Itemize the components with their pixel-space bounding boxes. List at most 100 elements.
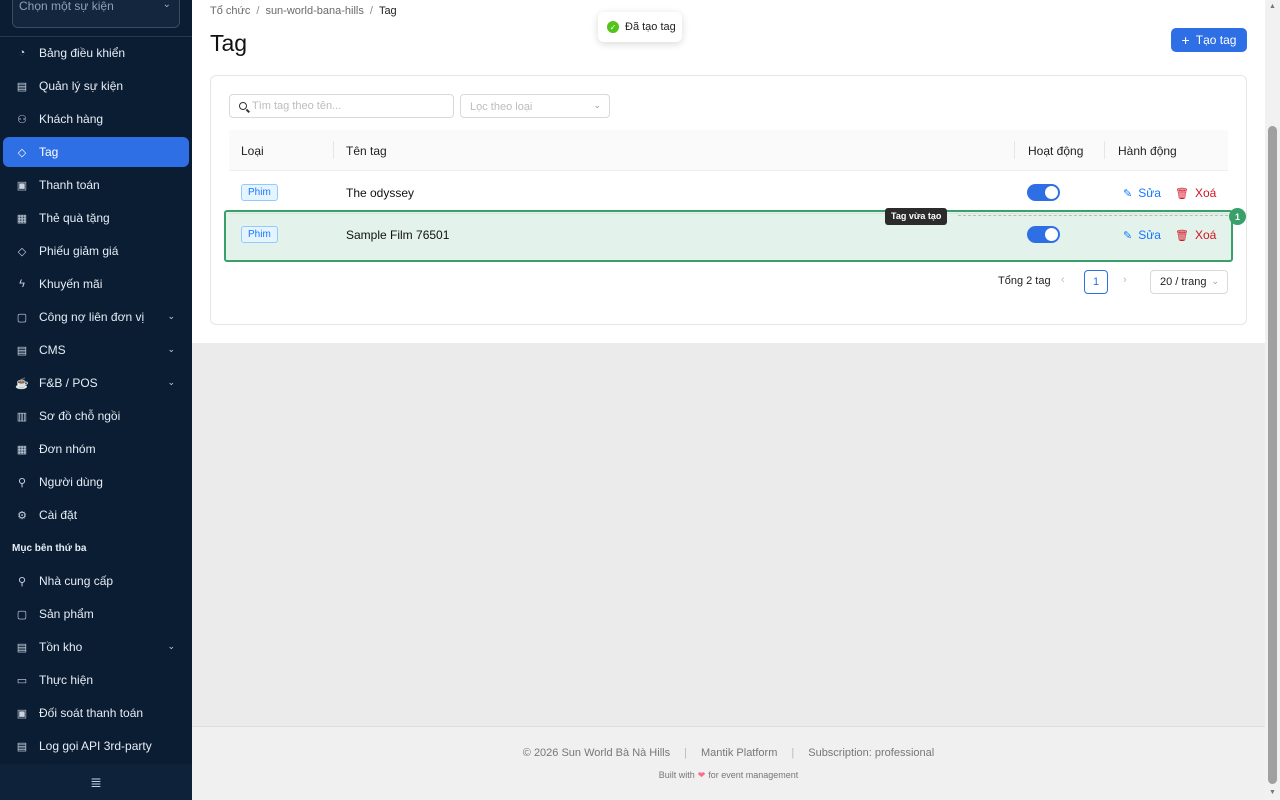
sidebar-item-label: Khách hàng — [39, 112, 104, 126]
sidebar-item-seating-map[interactable]: ▥ Sơ đồ chỗ ngồi — [3, 401, 189, 431]
footer-built-suffix: for event management — [708, 770, 799, 780]
breadcrumb-organization[interactable]: Tổ chức — [210, 5, 250, 17]
user-icon: ⚲ — [17, 575, 27, 588]
sidebar-item-dashboard[interactable]: ◔ Bảng điều khiển — [3, 38, 189, 68]
scrollbar-thumb[interactable] — [1268, 126, 1277, 784]
truck-icon: ▭ — [16, 674, 28, 687]
sidebar-collapse-button[interactable]: ≣ — [0, 764, 192, 800]
event-select[interactable]: Chọn một sự kiện ⌄ — [12, 0, 180, 28]
table-header: Loại Tên tag Hoạt động Hành động — [229, 130, 1228, 171]
search-input[interactable]: Tìm tag theo tên... — [229, 94, 454, 118]
scroll-up-arrow-icon[interactable]: ▲ — [1269, 3, 1276, 10]
column-header-actions: Hành động — [1118, 144, 1177, 158]
grid-icon: ▦ — [16, 443, 28, 456]
pagination-prev-button[interactable]: ‹ — [1061, 274, 1065, 286]
sidebar-item-fnb-pos[interactable]: ☕ F&B / POS ⌄ — [3, 368, 189, 398]
chevron-down-icon: ⌄ — [167, 311, 175, 321]
sidebar-item-label: Quản lý sự kiện — [39, 79, 124, 93]
page-scrollbar[interactable]: ▲ ▼ — [1265, 0, 1280, 800]
edit-button[interactable]: ✎ Sửa — [1123, 228, 1161, 242]
sidebar-item-payments[interactable]: ▣ Thanh toán — [3, 170, 189, 200]
sidebar-item-tag[interactable]: ◇ Tag — [3, 137, 189, 167]
chevron-down-icon: ⌄ — [593, 100, 601, 110]
sidebar-item-inventory[interactable]: ▤ Tồn kho ⌄ — [3, 632, 189, 662]
sidebar-item-customers[interactable]: ⚇ Khách hàng — [3, 104, 189, 134]
sidebar-item-cms[interactable]: ▤ CMS ⌄ — [3, 335, 189, 365]
delete-button[interactable]: 🗑 Xoá — [1175, 228, 1216, 242]
sidebar-divider — [0, 36, 192, 37]
sidebar-item-label: Cài đặt — [39, 508, 78, 522]
users-icon: ⚇ — [17, 113, 27, 126]
sidebar-item-label: Khuyến mãi — [39, 277, 103, 291]
user-icon: ⚲ — [17, 476, 27, 489]
check-circle-icon: ✓ — [607, 21, 619, 33]
sidebar-item-products[interactable]: ▢ Sản phẩm — [3, 599, 189, 629]
edit-label: Sửa — [1138, 228, 1161, 242]
pagination-next-button[interactable]: › — [1123, 274, 1127, 286]
sidebar-item-settings[interactable]: ⚙ Cài đặt — [3, 500, 189, 530]
sidebar-section-third-party: Mục bên thứ ba — [12, 542, 87, 554]
sidebar-item-fulfillment[interactable]: ▭ Thực hiện — [3, 665, 189, 695]
breadcrumb-separator: / — [369, 5, 373, 17]
sidebar-item-label: Người dùng — [39, 475, 103, 489]
sidebar-item-label: Đơn nhóm — [39, 442, 96, 456]
active-toggle[interactable] — [1027, 184, 1060, 201]
seat-map-icon: ▥ — [16, 410, 28, 423]
sidebar-item-label: Công nợ liên đơn vị — [39, 310, 145, 324]
table-row: Phim The odyssey ✎ Sửa 🗑 Xoá — [229, 172, 1228, 214]
sidebar-item-intercompany-debt[interactable]: ▢ Công nợ liên đơn vị ⌄ — [3, 302, 189, 332]
sidebar-item-label: Bảng điều khiển — [39, 46, 126, 60]
search-icon — [239, 102, 247, 110]
log-icon: ▤ — [16, 740, 28, 753]
scroll-down-arrow-icon[interactable]: ▼ — [1269, 789, 1276, 796]
page-size-select[interactable]: 20 / trang ⌄ — [1150, 270, 1228, 294]
sidebar-item-label: CMS — [39, 343, 66, 357]
page-title: Tag — [210, 30, 248, 56]
toggle-knob — [1045, 186, 1058, 199]
cms-icon: ▤ — [16, 344, 28, 357]
debt-icon: ▢ — [16, 311, 28, 324]
edit-button[interactable]: ✎ Sửa — [1123, 186, 1161, 200]
payment-icon: ▣ — [16, 179, 28, 192]
breadcrumb-org-slug[interactable]: sun-world-bana-hills — [265, 5, 363, 17]
sidebar-item-label: Thẻ quà tặng — [39, 211, 110, 225]
column-header-name: Tên tag — [346, 144, 387, 158]
sidebar-item-group-orders[interactable]: ▦ Đơn nhóm — [3, 434, 189, 464]
sidebar-item-reconciliation[interactable]: ▣ Đối soát thanh toán — [3, 698, 189, 728]
create-tag-label: Tạo tag — [1195, 33, 1237, 47]
success-toast: ✓ Đã tạo tag — [598, 12, 682, 42]
footer-copyright: © 2026 Sun World Bà Nà Hills — [522, 747, 671, 759]
tag-name: The odyssey — [346, 186, 415, 200]
event-select-placeholder: Chọn một sự kiện — [19, 0, 114, 13]
sidebar-item-users[interactable]: ⚲ Người dùng — [3, 467, 189, 497]
delete-label: Xoá — [1194, 186, 1217, 200]
sidebar-item-promotions[interactable]: ϟ Khuyến mãi — [3, 269, 189, 299]
sidebar-item-suppliers[interactable]: ⚲ Nhà cung cấp — [3, 566, 189, 596]
search-placeholder: Tìm tag theo tên... — [252, 100, 342, 112]
chevron-down-icon: ⌄ — [167, 641, 175, 651]
type-filter-select[interactable]: Lọc theo loại ⌄ — [460, 94, 610, 118]
active-toggle[interactable] — [1027, 226, 1060, 243]
sidebar-item-label: Nhà cung cấp — [39, 574, 114, 588]
sidebar-item-coupons[interactable]: ◇ Phiếu giảm giá — [3, 236, 189, 266]
toast-message: Đã tạo tag — [625, 21, 676, 33]
pagination-page-1[interactable]: 1 — [1084, 270, 1108, 294]
trash-icon: 🗑 — [1175, 187, 1189, 200]
sidebar-item-label: F&B / POS — [39, 376, 98, 390]
create-tag-button[interactable]: + Tạo tag — [1171, 28, 1247, 52]
type-badge: Phim — [241, 184, 278, 201]
sidebar-item-events[interactable]: ▤ Quản lý sự kiện — [3, 71, 189, 101]
sidebar-item-gift-cards[interactable]: ▦ Thẻ quà tặng — [3, 203, 189, 233]
sidebar-item-api-logs[interactable]: ▤ Log gọi API 3rd-party — [3, 731, 189, 761]
breadcrumb-current: Tag — [378, 5, 397, 17]
delete-label: Xoá — [1194, 228, 1217, 242]
footer-subscription: Subscription: professional — [808, 747, 935, 759]
sidebar-item-label: Sơ đồ chỗ ngồi — [39, 409, 121, 423]
breadcrumb-separator: / — [256, 5, 260, 17]
gear-icon: ⚙ — [17, 509, 27, 522]
lightning-icon: ϟ — [19, 278, 25, 290]
edit-icon: ✎ — [1123, 229, 1133, 242]
edit-label: Sửa — [1138, 186, 1161, 200]
delete-button[interactable]: 🗑 Xoá — [1175, 186, 1216, 200]
chevron-down-icon: ⌄ — [167, 344, 175, 354]
